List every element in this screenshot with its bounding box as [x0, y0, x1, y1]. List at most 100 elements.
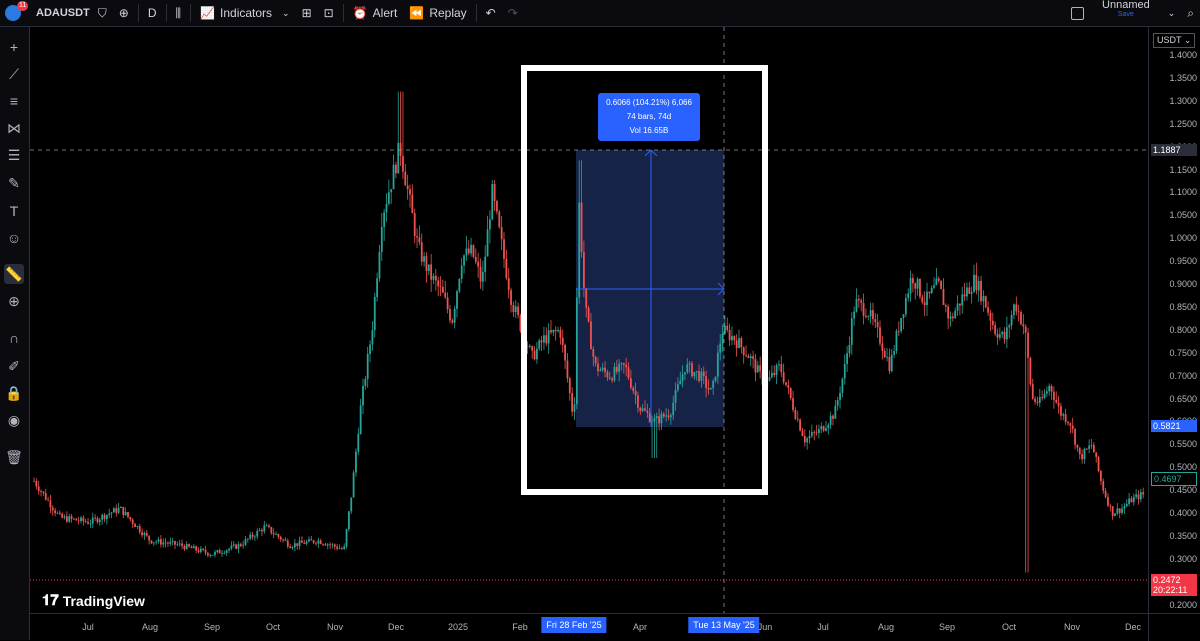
pattern-icon[interactable]: ⋈ — [4, 118, 24, 138]
candle-body — [84, 521, 87, 522]
candle-body — [108, 513, 111, 515]
price-axis[interactable]: USDT ⌄ 1.40001.35001.30001.25001.20001.1… — [1148, 27, 1200, 613]
candle-body — [185, 544, 188, 550]
candle-body — [806, 438, 809, 443]
candle-body — [472, 245, 475, 257]
lock-drawing-icon[interactable]: ✐ — [4, 356, 24, 376]
candle-body — [479, 266, 482, 282]
shield-icon: ⛉ — [97, 5, 107, 20]
candle-body — [380, 227, 383, 252]
emoji-icon[interactable]: ☺ — [4, 228, 24, 248]
candle-body — [160, 539, 162, 545]
axis-corner[interactable] — [1148, 613, 1200, 641]
drawing-toolbar: + ⟋ ≡ ⋈ ☰ ✎ T ☺ 📏 ⊕ ∩ ✐ 🔒 ◉ 🗑 — [0, 27, 30, 640]
trend-line-icon[interactable]: ⟋ — [4, 64, 24, 84]
price-tick: 1.3500 — [1169, 72, 1197, 83]
price-tick: 0.6500 — [1169, 393, 1197, 404]
last-price-label: 0.4697 — [1151, 472, 1197, 486]
fib-icon[interactable]: ☰ — [4, 145, 24, 165]
compare-button[interactable]: ⊕ — [113, 0, 135, 26]
candle-body — [912, 278, 914, 284]
candle-body — [331, 544, 334, 546]
layout-checkbox[interactable] — [1065, 0, 1090, 26]
templates-button[interactable]: ⊡ — [318, 0, 340, 26]
symbol-search[interactable]: ADAUSDT ⛉ — [26, 0, 113, 26]
candle-body — [458, 278, 461, 292]
candle-body — [808, 436, 811, 439]
candle-body — [1123, 506, 1126, 509]
trash-icon[interactable]: 🗑 — [4, 447, 24, 467]
candle-body — [124, 512, 127, 516]
candle-body — [886, 356, 888, 358]
indicators-button[interactable]: 📈 Indicators ⌄ — [194, 0, 296, 26]
layout-name-button[interactable]: Unnamed Save — [1090, 0, 1162, 26]
candle-body — [427, 264, 430, 272]
candle-body — [1078, 447, 1081, 455]
candle-body — [40, 491, 42, 492]
price-tick: 1.4000 — [1169, 50, 1197, 60]
candle-body — [907, 293, 910, 299]
zoom-icon[interactable]: ⊕ — [4, 291, 24, 311]
candle-body — [35, 481, 38, 487]
undo-button[interactable]: ↶ — [480, 0, 502, 26]
candle-body — [221, 553, 223, 554]
candle-body — [183, 545, 186, 550]
candle-body — [134, 523, 136, 527]
candle-body — [214, 551, 216, 555]
candle-body — [164, 542, 167, 544]
range-start-label: Fri 28 Feb '25 — [541, 617, 607, 633]
currency-button[interactable]: USDT ⌄ — [1153, 33, 1196, 48]
candle-body — [256, 530, 259, 537]
eye-icon[interactable]: ◉ — [4, 410, 24, 430]
candle-body — [439, 286, 442, 288]
candle-body — [1017, 311, 1020, 313]
price-tick: 0.8500 — [1169, 301, 1197, 312]
parallel-lines-icon[interactable]: ≡ — [4, 91, 24, 111]
time-axis[interactable]: Jul Aug Sep Oct Nov Dec 2025 Feb Apr Jun Jul Aug Sep… — [30, 613, 1148, 641]
candle-body — [66, 516, 68, 522]
candle-body — [1097, 456, 1100, 471]
square-icon — [1071, 6, 1085, 20]
layout-dropdown[interactable]: ⌄ — [1162, 0, 1182, 26]
replay-button[interactable]: ⏪ Replay — [403, 0, 472, 26]
candle-body — [977, 280, 980, 291]
candle-body — [188, 544, 190, 547]
quick-search-button[interactable]: ⌕ — [1181, 0, 1200, 26]
candle-body — [1069, 423, 1072, 426]
redo-button[interactable]: ↷ — [502, 0, 524, 26]
chevron-down-icon: ⌄ — [1167, 7, 1176, 18]
chart-type-button[interactable]: ⫼ — [170, 0, 188, 26]
candle-body — [63, 516, 66, 518]
interval-button[interactable]: D — [142, 0, 163, 26]
candle-body — [105, 514, 108, 520]
user-menu[interactable]: 11 — [0, 0, 29, 26]
undo-icon: ↶ — [485, 6, 496, 20]
candle-body — [460, 265, 463, 279]
range-low-label: 0.5821 — [1151, 420, 1197, 432]
brush-icon[interactable]: ✎ — [4, 173, 24, 193]
candle-body — [145, 533, 148, 536]
candle-body — [879, 327, 881, 344]
alert-button[interactable]: ⏰ Alert — [347, 0, 404, 26]
candle-body — [190, 546, 193, 549]
candle-body — [392, 164, 395, 190]
layouts-button[interactable]: ⊞ — [296, 0, 318, 26]
text-icon[interactable]: T — [4, 201, 24, 221]
candle-body — [96, 518, 99, 523]
ruler-icon[interactable]: 📏 — [4, 264, 24, 284]
candle-body — [1060, 406, 1062, 416]
lock-icon[interactable]: 🔒 — [4, 383, 24, 403]
candle-body — [959, 303, 961, 306]
candle-body — [376, 278, 378, 297]
alert-label: Alert — [372, 6, 398, 20]
candle-body — [1104, 490, 1107, 497]
candle-body — [1074, 429, 1076, 445]
candle-body — [973, 274, 975, 292]
candle-body — [324, 544, 327, 546]
candle-body — [176, 544, 179, 546]
crosshair-icon[interactable]: + — [4, 37, 24, 57]
candle-body — [1034, 398, 1036, 402]
magnet-icon[interactable]: ∩ — [4, 328, 24, 348]
candle-body — [282, 539, 284, 541]
range-end-label: Tue 13 May '25 — [688, 617, 760, 633]
